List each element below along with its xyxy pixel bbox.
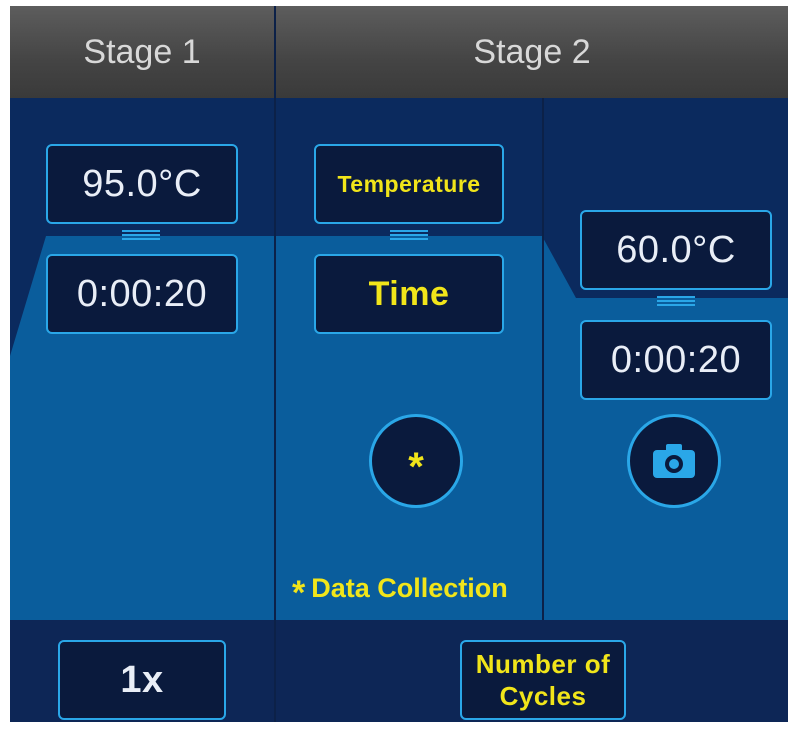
stage-1-cycles-value: 1x	[120, 658, 164, 701]
ramp-handle-icon[interactable]	[122, 230, 160, 242]
step-divider	[542, 98, 544, 620]
stage-1-header[interactable]: Stage 1	[10, 6, 274, 98]
stage-2-cycles-field[interactable]: Number of Cycles	[460, 640, 626, 720]
stage-1-time-value: 0:00:20	[76, 272, 208, 315]
stage-1-temperature-field[interactable]: 95.0°C	[46, 144, 238, 224]
data-collection-enabled-button[interactable]	[627, 414, 721, 508]
legend-asterisk-icon: *	[292, 574, 306, 612]
stage-1-time-field[interactable]: 0:00:20	[46, 254, 238, 334]
time-label: Time	[368, 274, 450, 313]
stage-1-title: Stage 1	[83, 32, 201, 71]
thermal-profile-screen: Stage 1 Stage 2 95.0°C 0:00:20 Temperatu…	[10, 6, 788, 722]
data-collection-legend: * Data Collection	[292, 566, 508, 612]
number-of-cycles-label: Number of Cycles	[475, 649, 611, 711]
camera-icon	[653, 444, 695, 478]
stage-2-step-1-time-field[interactable]: Time	[314, 254, 504, 334]
ramp-handle-icon[interactable]	[657, 296, 695, 308]
asterisk-icon: *	[408, 445, 424, 489]
data-collection-toggle-button[interactable]: *	[369, 414, 463, 508]
ramp-handle-icon[interactable]	[390, 230, 428, 242]
stage-2-header[interactable]: Stage 2	[276, 6, 788, 98]
stage-1-temperature-value: 95.0°C	[82, 162, 202, 205]
stage-2-title: Stage 2	[473, 32, 591, 71]
stage-2-time-value: 0:00:20	[610, 338, 742, 381]
temperature-label: Temperature	[337, 170, 481, 197]
stage-2-temperature-value: 60.0°C	[616, 228, 736, 271]
stage-2-step-2-time-field[interactable]: 0:00:20	[580, 320, 772, 400]
stage-2-step-2-temperature-field[interactable]: 60.0°C	[580, 210, 772, 290]
stage-1-cycles-field[interactable]: 1x	[58, 640, 226, 720]
stage-2-step-1-temperature-field[interactable]: Temperature	[314, 144, 504, 224]
stage-divider	[274, 6, 276, 722]
legend-text: Data Collection	[311, 572, 508, 603]
